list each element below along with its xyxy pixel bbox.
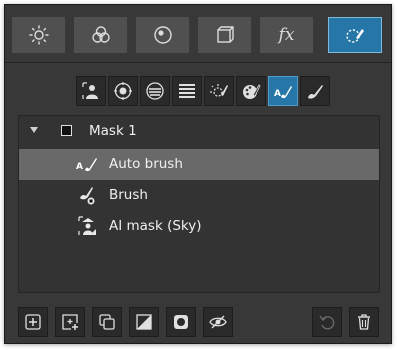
mask-item-auto-brush[interactable]: A Auto brush (19, 149, 379, 180)
new-mask-icon (62, 314, 78, 330)
mask-visibility-checkbox[interactable] (61, 125, 72, 136)
ai-subject-tool[interactable] (76, 76, 106, 106)
color-range-icon (243, 84, 261, 99)
undo-icon (319, 315, 335, 330)
show-mask-button[interactable] (166, 307, 196, 337)
lens-cube-icon (216, 26, 234, 43)
trash-icon (358, 314, 370, 330)
masking-brush-icon (346, 29, 364, 43)
tab-optics[interactable] (198, 17, 252, 53)
color-range-tool[interactable] (236, 76, 266, 106)
auto-brush-tool[interactable]: A (268, 76, 298, 106)
add-mask-icon (25, 314, 41, 330)
auto-brush-icon: A (76, 158, 97, 172)
tab-masking[interactable] (328, 17, 382, 53)
auto-brush-icon: A (274, 86, 292, 99)
tab-detail[interactable] (136, 17, 190, 53)
tool-tab-bar: fx (12, 17, 386, 53)
overlay-eye-icon (209, 315, 227, 329)
mask-list: Mask 1 A Auto brush Brush AI mask (Sky) (18, 115, 380, 293)
overlay-toggle-button[interactable] (203, 307, 233, 337)
mask-tool-bar: A (76, 76, 330, 108)
mask-action-bar (18, 307, 380, 337)
ai-subject-icon (82, 82, 98, 99)
linear-gradient-icon (146, 82, 164, 100)
add-mask-button[interactable] (18, 307, 48, 337)
new-mask-button[interactable] (55, 307, 85, 337)
radial-gradient-tool[interactable] (108, 76, 138, 106)
luminance-range-tool[interactable] (204, 76, 234, 106)
fx-icon: fx (278, 25, 295, 45)
tab-effects[interactable]: fx (260, 17, 314, 53)
undo-button[interactable] (312, 307, 342, 337)
detail-icon (153, 26, 172, 44)
mask-item-label: Brush (109, 187, 148, 203)
mask-item-brush[interactable]: Brush (19, 180, 379, 211)
stripes-icon (179, 84, 195, 98)
section-divider (5, 62, 391, 63)
mask-item-label: AI mask (Sky) (109, 218, 202, 234)
tab-light[interactable] (12, 17, 66, 53)
color-circles-icon (91, 26, 110, 43)
duplicate-button[interactable] (92, 307, 122, 337)
tab-color[interactable] (74, 17, 128, 53)
linear-gradient-tool[interactable] (140, 76, 170, 106)
ai-sky-icon (78, 216, 96, 235)
mask-item-label: Auto brush (109, 156, 183, 172)
luminance-range-icon (210, 84, 228, 97)
mask-group-row[interactable]: Mask 1 (19, 116, 379, 147)
brush-tool[interactable] (300, 76, 330, 106)
invert-icon (136, 314, 152, 330)
expand-caret-icon[interactable] (30, 127, 38, 133)
sun-icon (28, 25, 49, 45)
brush-subtract-icon (80, 187, 95, 205)
invert-button[interactable] (129, 307, 159, 337)
show-mask-icon (174, 315, 188, 329)
stripes-tool[interactable] (172, 76, 202, 106)
radial-gradient-icon (114, 82, 132, 100)
mask-item-ai-sky[interactable]: AI mask (Sky) (19, 211, 379, 242)
delete-button[interactable] (349, 307, 379, 337)
masking-panel: fx A Mask 1 A Auto brush Brush AI mask (… (4, 4, 392, 344)
svg-text:A: A (76, 162, 83, 172)
svg-text:A: A (274, 89, 281, 99)
mask-group-label: Mask 1 (89, 123, 137, 139)
brush-icon (308, 85, 323, 99)
duplicate-icon (99, 314, 115, 330)
